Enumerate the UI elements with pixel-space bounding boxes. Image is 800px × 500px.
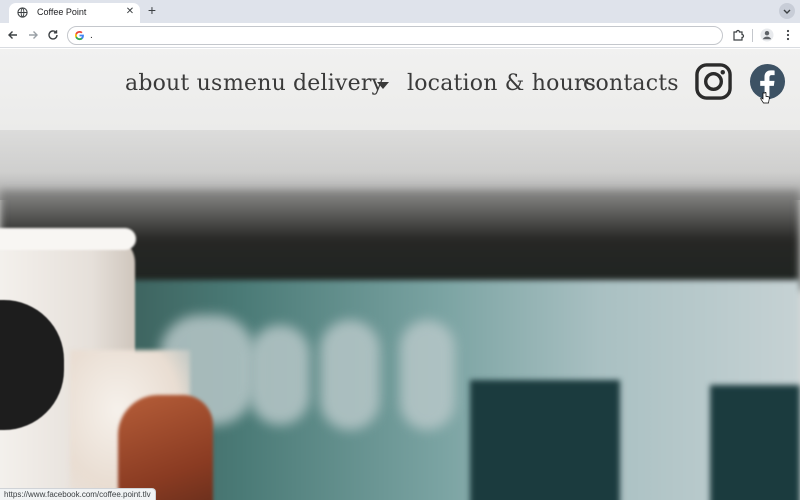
delivery-dropdown-caret-icon[interactable] — [377, 82, 389, 89]
forward-icon[interactable] — [26, 28, 40, 42]
profile-icon[interactable] — [760, 28, 774, 42]
address-text: . — [90, 30, 93, 41]
back-icon[interactable] — [6, 28, 20, 42]
nav-menu[interactable]: menu — [223, 68, 286, 100]
tab-strip: Coffee Point ✕ + — [0, 0, 800, 23]
nav-contacts[interactable]: contacts — [583, 68, 679, 100]
tab-coffee-point[interactable]: Coffee Point ✕ — [9, 3, 140, 23]
google-icon — [74, 31, 84, 41]
hero-image — [0, 130, 800, 500]
address-bar[interactable]: . — [67, 26, 723, 45]
nav-about-us[interactable]: about us — [125, 68, 223, 100]
tab-search-button[interactable] — [779, 3, 795, 19]
kebab-menu-icon[interactable] — [781, 28, 795, 42]
tab-title: Coffee Point — [37, 7, 87, 17]
new-tab-button[interactable]: + — [145, 3, 159, 18]
tab-close-icon[interactable]: ✕ — [124, 6, 136, 18]
status-bar-url: https://www.facebook.com/coffee.point.tl… — [0, 488, 156, 500]
site-header: about us menu delivery location & hours … — [0, 49, 800, 130]
extensions-icon[interactable] — [731, 28, 745, 42]
hand-cursor-icon — [760, 92, 770, 104]
reload-icon[interactable] — [46, 28, 60, 42]
toolbar-divider — [752, 29, 753, 42]
nav-location-hours[interactable]: location & hours — [407, 68, 596, 100]
page-viewport: about us menu delivery location & hours … — [0, 49, 800, 500]
nav-delivery[interactable]: delivery — [293, 68, 384, 100]
instagram-icon[interactable] — [695, 63, 732, 100]
globe-icon — [17, 7, 28, 18]
browser-toolbar: . — [0, 23, 800, 48]
chevron-down-icon — [783, 9, 791, 14]
